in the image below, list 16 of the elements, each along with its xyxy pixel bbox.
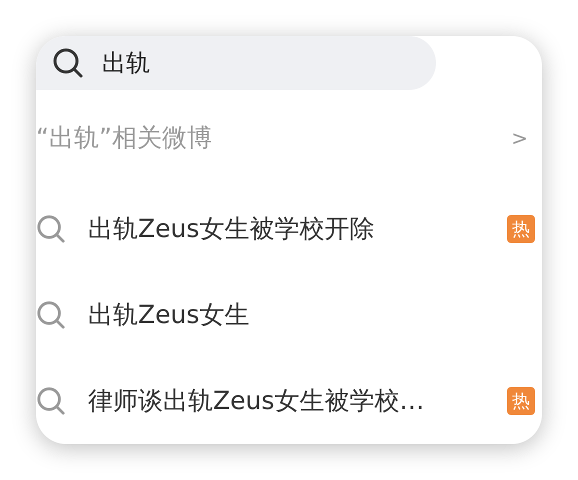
chevron-icon: >: [511, 123, 528, 153]
suggestion-item[interactable]: 律师谈出轨Zeus女生被学校… 热: [36, 358, 542, 444]
suggestion-text: 出轨Zeus女生: [88, 299, 250, 332]
hot-badge: 热: [507, 387, 535, 415]
search-icon: [36, 386, 66, 416]
suggestion-item[interactable]: 出轨Zeus女生被学校开除 热: [36, 186, 542, 272]
suggestion-item[interactable]: 出轨Zeus女生: [36, 272, 542, 358]
search-input[interactable]: 出轨: [102, 45, 150, 81]
hot-badge: 热: [507, 215, 535, 243]
search-icon: [36, 214, 66, 244]
search-icon: [52, 47, 84, 79]
search-field[interactable]: 出轨: [36, 36, 436, 90]
suggestion-text: 出轨Zeus女生被学校开除: [88, 213, 376, 246]
related-posts-label: “出轨”相关微博: [36, 122, 212, 154]
search-icon: [36, 300, 66, 330]
suggestion-text: 律师谈出轨Zeus女生被学校…: [88, 385, 426, 418]
